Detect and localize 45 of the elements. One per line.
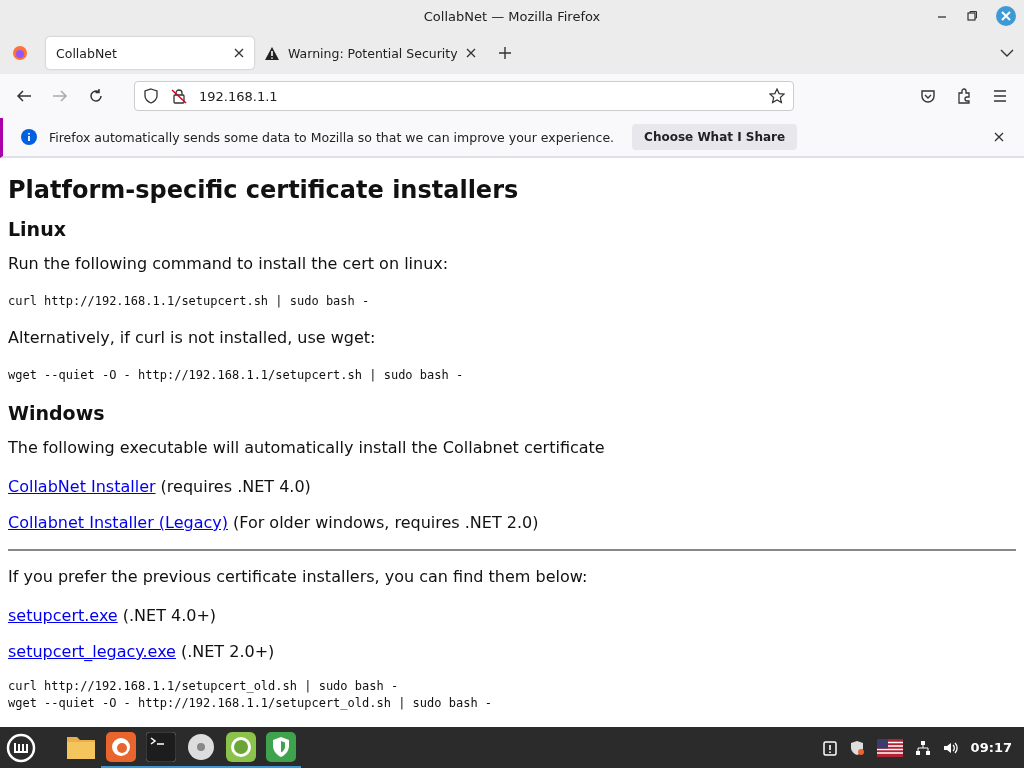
browser-tab[interactable]: CollabNet [46, 37, 254, 69]
paragraph: Alternatively, if curl is not installed, use wget: [8, 328, 377, 347]
paragraph: The following executable will automatically install the Collabnet certificate [8, 438, 606, 457]
page-heading: Platform-specific certificate installers [8, 176, 520, 204]
shield-icon[interactable] [143, 88, 159, 104]
notification-text: Firefox automatically sends some data to Mozilla so that we can improve your experience. [49, 129, 615, 145]
link-note: (.NET 2.0+) [180, 642, 275, 661]
clock[interactable]: 09:17 [970, 740, 1012, 755]
shield-icon[interactable] [848, 739, 865, 756]
choose-button[interactable]: Choose What I Share [632, 124, 798, 150]
back-icon[interactable] [16, 88, 32, 104]
flag-icon[interactable] [876, 738, 903, 757]
browser-tab[interactable]: Warning: Potential Security [254, 37, 486, 69]
insecure-lock-icon[interactable] [171, 88, 187, 104]
download-link[interactable]: setupcert_legacy.exe [8, 642, 176, 661]
link-note: (For older windows, requires .NET 2.0) [233, 513, 539, 532]
section-heading: Linux [8, 218, 67, 240]
menu-icon[interactable] [992, 88, 1008, 104]
pocket-icon[interactable] [920, 88, 936, 104]
command-line: wget --quiet -O - http://192.168.1.1/setupcert.sh | sudo bash - [8, 367, 465, 384]
start-menu-icon[interactable] [6, 732, 36, 763]
close-icon[interactable] [994, 132, 1004, 142]
download-link[interactable]: CollabNet Installer [8, 477, 156, 496]
command-line: curl http://192.168.1.1/setupcert_old.sh | sudo bash - [8, 678, 400, 695]
download-link[interactable]: setupcert.exe [8, 606, 118, 625]
close-tab-icon[interactable] [234, 48, 244, 58]
address-bar[interactable]: 192.168.1.1 [134, 81, 794, 111]
section-heading: Windows [8, 402, 106, 424]
extensions-icon[interactable] [956, 88, 972, 104]
close-tab-icon[interactable] [465, 48, 476, 58]
paragraph: Run the following command to install the cert on linux: [8, 254, 450, 273]
window-title: CollabNet — Mozilla Firefox [423, 8, 601, 24]
star-icon[interactable] [769, 88, 785, 104]
link-note: (requires .NET 4.0) [160, 477, 311, 496]
command-line: wget --quiet -O - http://192.168.1.1/setupcert_old.sh | sudo bash - [8, 695, 494, 712]
info-icon [21, 129, 37, 145]
download-link[interactable]: Collabnet Installer (Legacy) [8, 513, 228, 532]
clipboard-icon[interactable] [822, 739, 837, 756]
link-note: (.NET 4.0+) [122, 606, 217, 625]
command-line: curl http://192.168.1.1/setupcert.sh | sudo bash - [8, 293, 371, 310]
new-tab-icon[interactable] [497, 46, 512, 60]
paragraph: If you prefer the previous certificate installers, you can find them below: [8, 567, 589, 586]
network-icon[interactable] [914, 739, 931, 756]
maximize-icon[interactable] [966, 10, 978, 22]
reload-icon[interactable] [88, 88, 104, 104]
